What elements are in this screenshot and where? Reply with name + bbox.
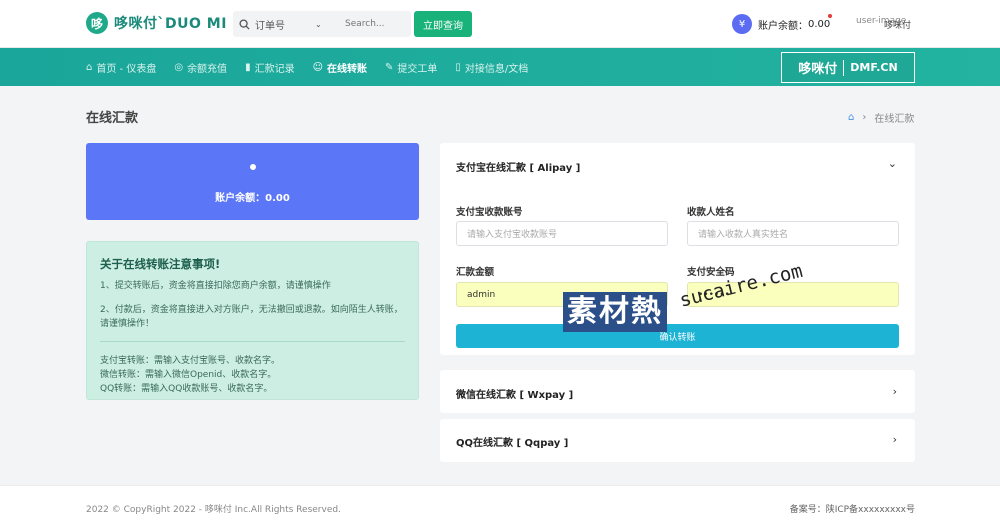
balance-label: 账户余额： [758, 20, 808, 32]
alipay-panel-title[interactable]: 支付宝在线汇款 [ Alipay ] [456, 159, 580, 174]
qq-panel-title[interactable]: QQ在线汇款 [ Qqpay ] [456, 434, 568, 449]
breadcrumb: ⌂ › 在线汇款 [848, 110, 914, 125]
nav-item-dashboard[interactable]: ⌂ 首页 - 仪表盘 [86, 60, 156, 75]
chart-icon: ▮ [245, 61, 251, 73]
amount-input[interactable]: admin [456, 282, 668, 307]
notice-qq: QQ转账：需输入QQ收款账号、收款名字。 [100, 384, 273, 394]
notice-alipay: 支付宝转账：需输入支付宝账号、收款名字。 [100, 356, 281, 366]
logo-icon: 哆 [86, 12, 108, 34]
payee-name-label: 收款人姓名 [687, 207, 735, 218]
wechat-panel-title[interactable]: 微信在线汇款 [ Wxpay ] [456, 386, 573, 401]
payee-name-input[interactable]: 请输入收款人真实姓名 [687, 221, 899, 246]
user-name[interactable]: 哆咪付 [884, 18, 911, 31]
qq-panel[interactable]: QQ在线汇款 [ Qqpay ] › [440, 419, 915, 462]
query-button[interactable]: 立即查询 [414, 11, 472, 37]
brand-domain: DMF.CN [850, 61, 898, 74]
nav-label: 余额充值 [187, 63, 228, 75]
chevron-right-icon[interactable]: › [893, 385, 897, 398]
alipay-panel: 支付宝在线汇款 [ Alipay ] ⌄ 支付宝收款账号 请输入支付宝收款账号 … [440, 143, 915, 355]
nav-item-ticket[interactable]: ✎ 提交工单 [385, 60, 437, 75]
notice-item: 2、付款后，资金将直接进入对方账户，无法撤回或退款。如向陌生人转账，请谨慎操作！ [100, 305, 403, 329]
nav-item-records[interactable]: ▮ 汇款记录 [245, 60, 295, 75]
search-input[interactable] [335, 19, 405, 29]
balance-value: 0.00 [808, 18, 831, 30]
balance-card-text: 账户余额：0.00 [215, 193, 290, 204]
balance-card: 账户余额：0.00 [86, 143, 419, 220]
breadcrumb-separator: › [862, 112, 867, 123]
nav-label: 对接信息/文档 [464, 63, 529, 75]
chevron-down-icon: ⌄ [315, 19, 322, 29]
brand-divider [843, 59, 845, 76]
footer: 2022 © CopyRight 2022 - 哆咪付 Inc.All Righ… [0, 485, 1000, 526]
nav-label: 汇款记录 [254, 63, 295, 75]
order-type-value: 订单号 [255, 20, 285, 32]
notice-wechat: 微信转账：需输入微信Openid、收款名字。 [100, 370, 277, 380]
nav-label: 提交工单 [397, 63, 438, 75]
top-bar: 哆 哆咪付`DUO MI FU 订单号 ⌄ 立即查询 ¥ 账户余额： 0.00 … [0, 0, 1000, 48]
nav-label: 首页 - 仪表盘 [96, 63, 157, 75]
search-icon[interactable] [233, 11, 255, 37]
account-balance: ¥ 账户余额： 0.00 [732, 14, 830, 34]
recharge-icon: ◎ [174, 61, 184, 73]
document-icon: ▯ [455, 61, 461, 73]
transfer-notice: 关于在线转账注意事项! 1、提交转账后，资金将直接扣除您商户余额，请谨慎操作 2… [86, 241, 419, 400]
copyright: 2022 © CopyRight 2022 - 哆咪付 Inc.All Righ… [86, 505, 341, 515]
breadcrumb-current: 在线汇款 [874, 114, 915, 125]
nav-item-transfer[interactable]: ☺ 在线转账 [313, 60, 367, 75]
notice-item: 1、提交转账后，资金将直接扣除您商户余额，请谨慎操作 [100, 281, 331, 291]
home-icon[interactable]: ⌂ [848, 112, 854, 123]
search-bar: 订单号 ⌄ [233, 11, 411, 37]
confirm-transfer-button[interactable]: 确认转账 [456, 324, 899, 348]
amount-label: 汇款金额 [456, 267, 495, 278]
balance-dot [250, 164, 256, 170]
security-code-label: 支付安全码 [687, 267, 735, 278]
nav-label: 在线转账 [327, 63, 368, 75]
edit-icon: ✎ [385, 61, 394, 73]
logo[interactable]: 哆 哆咪付`DUO MI FU [86, 12, 254, 34]
home-icon: ⌂ [86, 61, 93, 73]
alipay-account-input[interactable]: 请输入支付宝收款账号 [456, 221, 668, 246]
nav-item-docs[interactable]: ▯ 对接信息/文档 [455, 60, 528, 75]
nav-item-recharge[interactable]: ◎ 余额充值 [174, 60, 227, 75]
chevron-right-icon[interactable]: › [893, 433, 897, 446]
page-title: 在线汇款 [86, 111, 139, 126]
brand-name: 哆咪付 [798, 62, 838, 77]
notification-dot [828, 14, 832, 18]
yen-icon: ¥ [732, 14, 752, 34]
order-type-select[interactable]: 订单号 ⌄ [255, 17, 335, 32]
brand-logo[interactable]: 哆咪付 DMF.CN [781, 52, 915, 83]
alipay-account-label: 支付宝收款账号 [456, 207, 523, 218]
notice-title: 关于在线转账注意事项! [100, 257, 221, 271]
divider [100, 341, 405, 342]
chevron-down-icon[interactable]: ⌄ [888, 157, 897, 170]
icp-number[interactable]: 备案号：陕ICP备xxxxxxxxx号 [790, 502, 915, 515]
wechat-panel[interactable]: 微信在线汇款 [ Wxpay ] › [440, 370, 915, 413]
transfer-icon: ☺ [312, 61, 324, 73]
